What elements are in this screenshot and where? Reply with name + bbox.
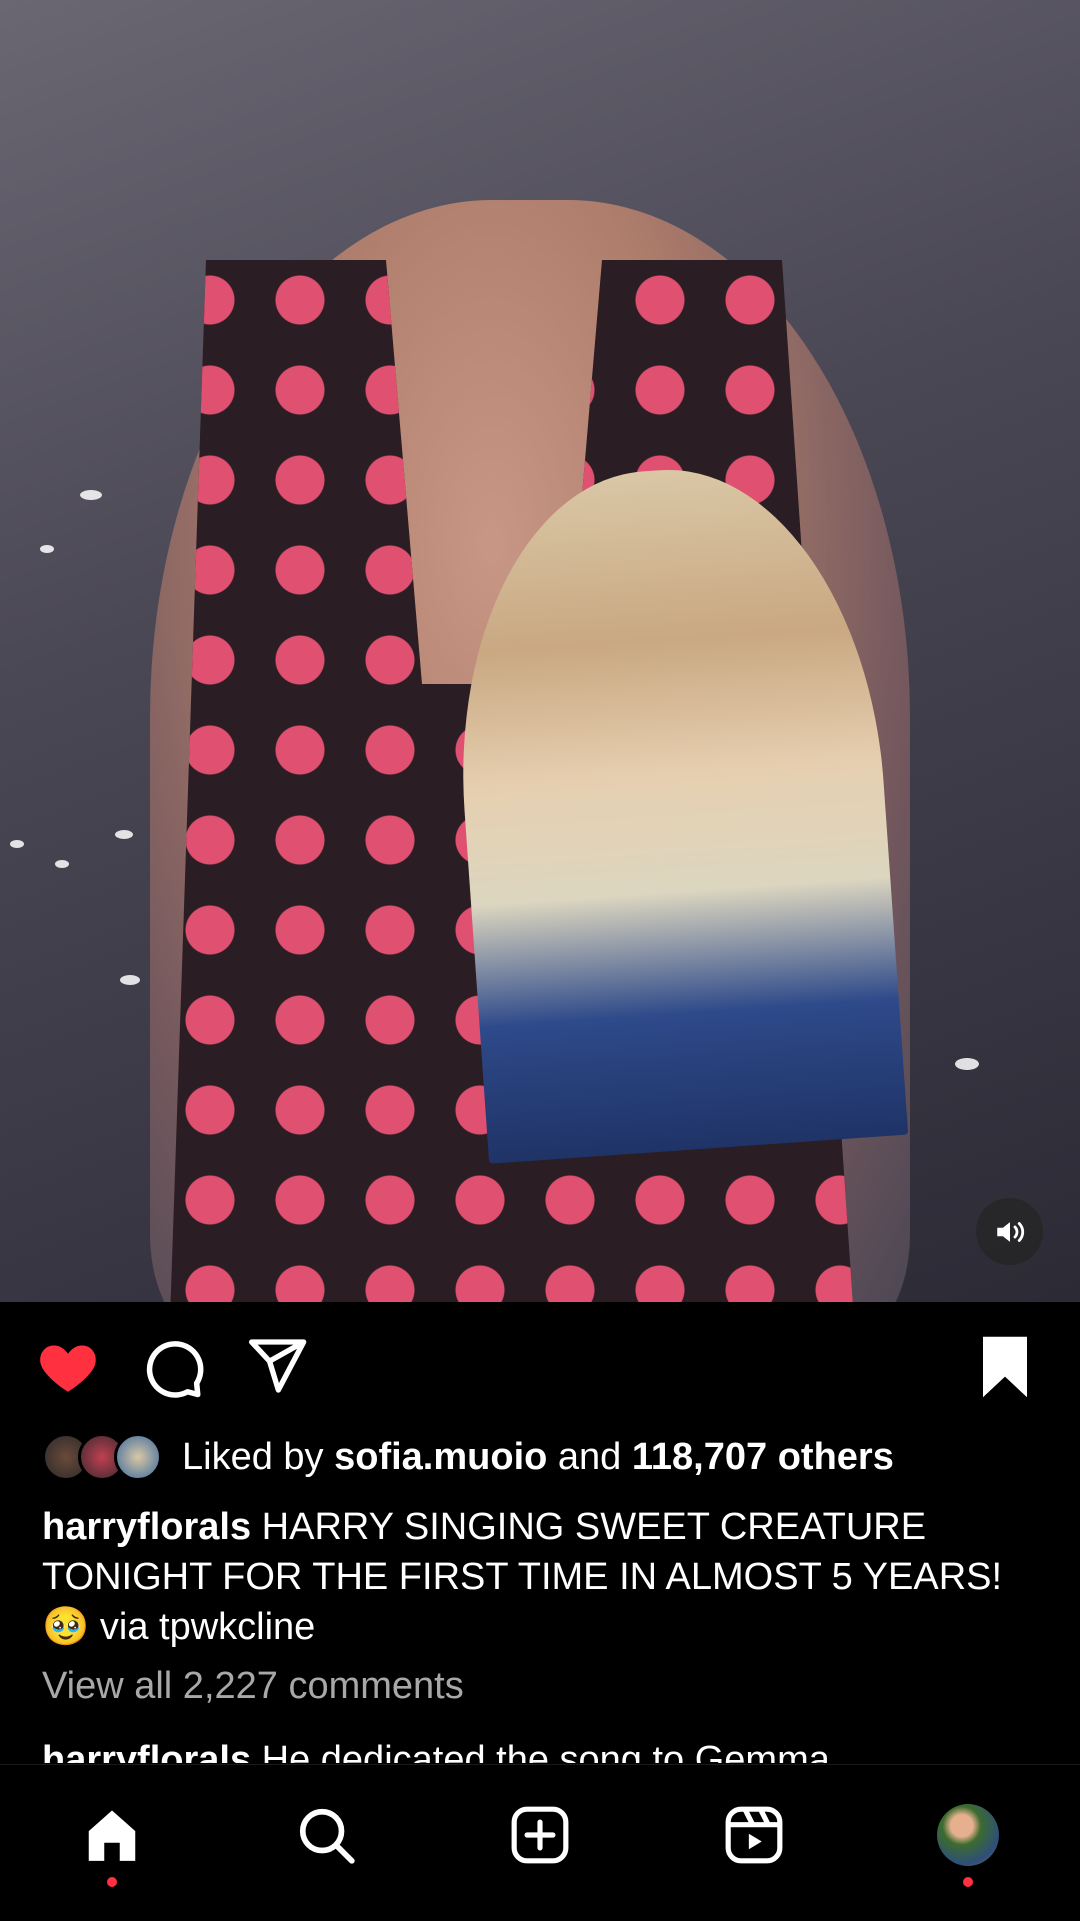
like-button[interactable] (35, 1334, 101, 1400)
heart-filled-icon (40, 1345, 96, 1392)
bookmark-filled-icon (983, 1336, 1027, 1398)
view-all-comments-link[interactable]: View all 2,227 comments (42, 1665, 464, 1708)
post-media[interactable] (0, 0, 1080, 1302)
liker-username[interactable]: sofia.muoio (334, 1436, 547, 1479)
comment-username[interactable]: harryflorals (42, 1739, 251, 1763)
comment-text: He dedicated the song to Gemma (261, 1739, 830, 1763)
comment-button[interactable] (140, 1334, 206, 1400)
notification-dot (107, 1877, 117, 1887)
post-caption: harryflorals HARRY SINGING SWEET CREATUR… (42, 1502, 1022, 1652)
tab-reels[interactable] (714, 1795, 794, 1875)
comment-icon (146, 1341, 204, 1398)
send-icon (249, 1339, 307, 1393)
liker-avatars (42, 1433, 162, 1481)
search-icon (299, 1808, 355, 1864)
save-button[interactable] (975, 1334, 1041, 1400)
bottom-tab-bar (0, 1764, 1080, 1921)
create-icon (511, 1806, 569, 1864)
tab-create[interactable] (500, 1795, 580, 1875)
mute-button[interactable] (976, 1198, 1043, 1265)
likes-conj: and (557, 1435, 622, 1478)
likes-count[interactable]: 118,707 others (632, 1436, 894, 1479)
post-actions (0, 1302, 1080, 1432)
tab-home[interactable] (72, 1795, 152, 1887)
avatar (114, 1433, 162, 1481)
likes-prefix: Liked by (182, 1435, 324, 1478)
likes-summary[interactable]: Liked by sofia.muoio and 118,707 others (42, 1430, 894, 1484)
caption-username[interactable]: harryflorals (42, 1506, 251, 1548)
comment-preview: harryflorals He dedicated the song to Ge… (42, 1735, 830, 1763)
profile-avatar (937, 1804, 999, 1866)
tab-profile[interactable] (928, 1795, 1008, 1887)
home-icon (88, 1810, 136, 1861)
speaker-icon (996, 1221, 1024, 1242)
notification-dot (963, 1877, 973, 1887)
share-button[interactable] (245, 1334, 311, 1400)
reels-icon (725, 1806, 783, 1864)
tab-search[interactable] (286, 1795, 366, 1875)
